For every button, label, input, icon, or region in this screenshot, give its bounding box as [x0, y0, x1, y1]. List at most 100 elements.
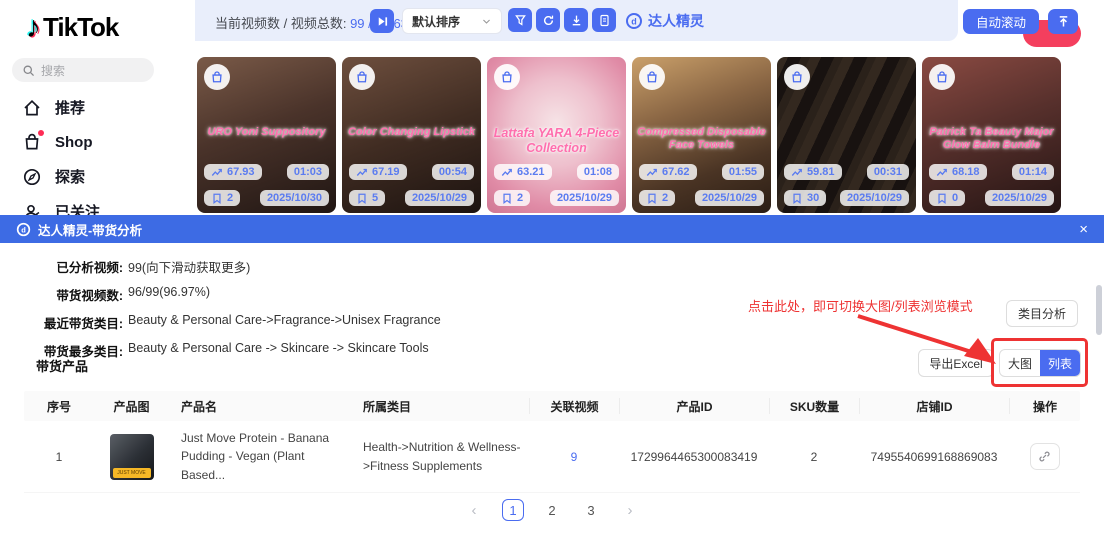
action-cell	[1009, 443, 1080, 470]
sidebar-item-2[interactable]: Shop	[0, 125, 195, 159]
table-row: 1JUST MOVEJust Move Protein - Banana Pud…	[24, 421, 1080, 493]
sidebar-item-label: 推荐	[55, 97, 85, 118]
close-icon[interactable]: ×	[1079, 222, 1088, 237]
products-section-label: 带货产品	[36, 356, 88, 375]
scroll-top-button[interactable]	[1048, 9, 1078, 34]
svg-text:d: d	[631, 16, 637, 26]
stat-value: 96/99(96.97%)	[128, 285, 210, 304]
product-id: 1729964465300083419	[619, 450, 769, 464]
bookmark-icon	[356, 193, 368, 204]
sidebar: ♪ TikTok 搜索 推荐Shop探索已关注	[0, 0, 195, 215]
toolbar-action-buttons	[508, 8, 616, 32]
video-score-badge: 68.18	[929, 164, 987, 180]
video-card[interactable]: URO Yoni Suppository67.9301:0322025/10/3…	[197, 57, 336, 213]
video-card[interactable]: Patrick Ta Beauty Major Glow Balm Bundle…	[922, 57, 1061, 213]
video-duration-badge: 00:54	[432, 164, 474, 180]
video-count-label: 当前视频数 / 视频总数:	[215, 16, 346, 31]
bag-icon	[645, 70, 659, 84]
bookmark-icon	[936, 193, 948, 204]
video-saves-count: 2	[662, 192, 668, 204]
stat-line: 最近带货类目: Beauty & Personal Care->Fragrance…	[23, 313, 441, 332]
search-input[interactable]: 搜索	[12, 58, 154, 82]
pagination-page-3[interactable]: 3	[580, 499, 602, 521]
stat-label: 带货视频数:	[23, 285, 123, 304]
file-button[interactable]	[592, 8, 616, 32]
large-view-tab[interactable]: 大图	[1000, 350, 1040, 376]
category-analysis-button[interactable]: 类目分析	[1006, 300, 1078, 327]
panel-scrollbar[interactable]	[1096, 285, 1102, 335]
download-button[interactable]	[564, 8, 588, 32]
product-link-button[interactable]	[1030, 443, 1060, 470]
skip-end-icon	[375, 14, 390, 29]
stat-label: 已分析视频:	[23, 257, 123, 276]
video-saves-badge: 2	[639, 190, 675, 206]
link-icon	[1038, 450, 1051, 463]
stat-label: 最近带货类目:	[23, 313, 123, 332]
shop-bag-icon	[22, 132, 42, 152]
skip-end-button[interactable]	[370, 9, 394, 33]
analysis-stats: 已分析视频: 99(向下滑动获取更多) 带货视频数: 96/99(96.97%) 最近带…	[23, 257, 441, 369]
video-saves-badge: 2	[204, 190, 240, 206]
pagination-page-2[interactable]: 2	[541, 499, 563, 521]
product-image: JUST MOVE	[110, 434, 154, 480]
video-duration-badge: 01:08	[577, 164, 619, 180]
panel-header: d 达人精灵-带货分析 ×	[0, 215, 1104, 243]
video-title-overlay: URO Yoni Suppository	[202, 126, 331, 140]
export-excel-button[interactable]: 导出Excel	[918, 349, 994, 377]
daren-brand: d 达人精灵	[625, 11, 704, 31]
stat-value: Beauty & Personal Care->Fragrance->Unise…	[128, 313, 441, 332]
video-title-overlay: Compressed Disposable Face Towels	[637, 126, 766, 154]
list-view-tab[interactable]: 列表	[1040, 350, 1080, 376]
bookmark-icon	[646, 193, 658, 204]
sidebar-nav: 推荐Shop探索已关注	[0, 90, 195, 229]
file-icon	[597, 13, 612, 28]
video-date-badge: 2025/10/29	[550, 190, 619, 206]
stat-line: 带货视频数: 96/99(96.97%)	[23, 285, 441, 304]
download-icon	[569, 13, 584, 28]
analysis-panel: d 达人精灵-带货分析 × 已分析视频: 99(向下滑动获取更多) 带货视频数: 96…	[0, 215, 1104, 536]
video-score-value: 68.18	[952, 166, 980, 178]
scroll-top-icon	[1056, 14, 1071, 29]
sort-dropdown[interactable]: 默认排序	[402, 8, 502, 34]
bag-icon	[210, 70, 224, 84]
table-body: 1JUST MOVEJust Move Protein - Banana Pud…	[24, 421, 1080, 493]
pagination-next[interactable]: ›	[619, 499, 641, 521]
auto-scroll-button[interactable]: 自动滚动	[963, 9, 1039, 34]
filter-button[interactable]	[508, 8, 532, 32]
stat-value: 99(向下滑动获取更多)	[128, 257, 250, 276]
sidebar-item-3[interactable]: 探索	[0, 159, 195, 194]
notification-dot	[38, 130, 44, 136]
bag-icon	[790, 70, 804, 84]
pagination-page-1[interactable]: 1	[502, 499, 524, 521]
column-header: 操作	[1009, 398, 1080, 414]
video-score-value: 67.93	[227, 166, 255, 178]
daren-logo-icon: d	[625, 12, 643, 30]
column-header: 产品名	[169, 398, 349, 415]
stat-value: Beauty & Personal Care -> Skincare -> Sk…	[128, 341, 429, 360]
video-card[interactable]: 59.8100:31302025/10/29	[777, 57, 916, 213]
column-header: 序号	[24, 398, 94, 415]
video-card[interactable]: Compressed Disposable Face Towels67.6201…	[632, 57, 771, 213]
bookmark-icon	[791, 193, 803, 204]
shop-id: 7495540699168869083	[859, 450, 1009, 464]
music-note-icon: ♪	[26, 13, 41, 43]
refresh-button[interactable]	[536, 8, 560, 32]
video-saves-badge: 30	[784, 190, 826, 206]
panel-title: 达人精灵-带货分析	[38, 220, 142, 239]
video-card[interactable]: Lattafa YARA 4-Piece Collection63.2101:0…	[487, 57, 626, 213]
chevron-down-icon	[481, 16, 492, 27]
related-videos-link[interactable]: 9	[571, 450, 578, 464]
video-date-badge: 2025/10/29	[695, 190, 764, 206]
view-mode-toggle: 大图 列表	[999, 349, 1081, 377]
tiktok-logo: ♪ TikTok	[26, 12, 118, 43]
video-duration-badge: 00:31	[867, 164, 909, 180]
pagination-prev[interactable]: ‹	[463, 499, 485, 521]
video-card[interactable]: Color Changing Lipstick67.1900:5452025/1…	[342, 57, 481, 213]
video-score-value: 63.21	[517, 166, 545, 178]
column-header: 店铺ID	[859, 398, 1009, 414]
video-score-value: 59.81	[807, 166, 835, 178]
product-name: Just Move Protein - Banana Pudding - Veg…	[169, 429, 349, 485]
shopping-bag-bubble	[639, 64, 665, 90]
sidebar-item-1[interactable]: 推荐	[0, 90, 195, 125]
column-header: 所属类目	[349, 398, 529, 415]
